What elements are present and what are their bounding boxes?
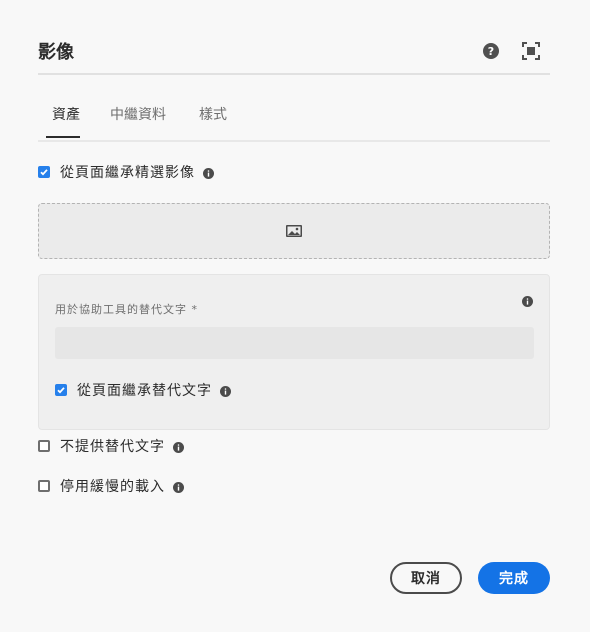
no-alt-text-row[interactable]: 不提供替代文字: [38, 436, 184, 456]
alt-text-label: 用於協助工具的替代文字 *: [55, 303, 198, 316]
alt-text-panel: 用於協助工具的替代文字 * 從頁面繼承替代文字: [38, 274, 550, 430]
fullscreen-icon[interactable]: [522, 42, 540, 60]
help-icon[interactable]: ?: [482, 42, 500, 60]
inherit-alt-text-checkbox[interactable]: [55, 384, 67, 396]
info-icon[interactable]: [173, 441, 184, 453]
info-icon[interactable]: [173, 481, 184, 493]
no-alt-text-checkbox[interactable]: [38, 440, 50, 452]
inherit-alt-text-label: 從頁面繼承替代文字: [77, 383, 212, 399]
tab-active-indicator: [46, 136, 80, 138]
inherit-featured-image-checkbox[interactable]: [38, 166, 50, 178]
no-alt-text-label: 不提供替代文字: [60, 439, 165, 455]
alt-text-input[interactable]: [55, 327, 534, 359]
dialog-header: 影像 ?: [38, 36, 550, 76]
done-button[interactable]: 完成: [478, 562, 550, 594]
svg-text:?: ?: [488, 45, 494, 58]
inherit-featured-image-row[interactable]: 從頁面繼承精選影像: [38, 162, 214, 182]
tab-assets[interactable]: 資產: [52, 104, 80, 124]
info-icon[interactable]: [203, 167, 214, 179]
inherit-featured-image-label: 從頁面繼承精選影像: [60, 165, 195, 181]
header-divider: [38, 73, 550, 75]
image-icon: [286, 222, 302, 241]
inherit-alt-text-row[interactable]: 從頁面繼承替代文字: [55, 380, 231, 400]
info-icon[interactable]: [522, 292, 533, 311]
dialog-title: 影像: [38, 42, 74, 63]
tab-list: 資產 中繼資料 樣式: [38, 98, 550, 142]
disable-lazy-loading-row[interactable]: 停用緩慢的載入: [38, 476, 184, 496]
disable-lazy-loading-checkbox[interactable]: [38, 480, 50, 492]
info-icon[interactable]: [220, 385, 231, 397]
cancel-button[interactable]: 取消: [390, 562, 462, 594]
disable-lazy-loading-label: 停用緩慢的載入: [60, 479, 165, 495]
tab-styles[interactable]: 樣式: [199, 104, 227, 124]
tab-metadata[interactable]: 中繼資料: [110, 104, 166, 124]
image-dropzone[interactable]: [38, 203, 550, 259]
